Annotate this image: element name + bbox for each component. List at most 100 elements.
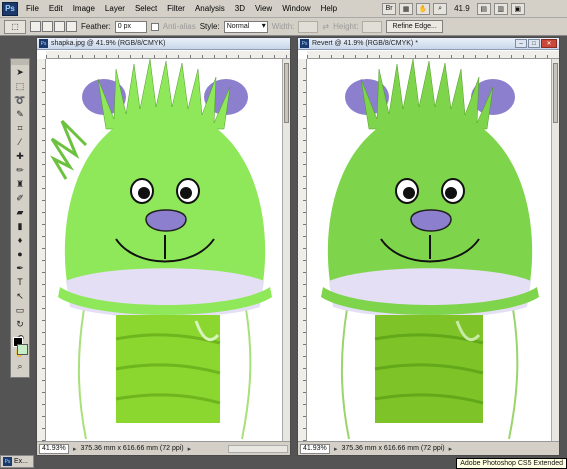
zoom-icon[interactable]: ⌕ — [11, 359, 29, 373]
vertical-ruler[interactable] — [37, 59, 46, 441]
view-extras-icon[interactable]: ▤ — [476, 2, 491, 15]
document-title: Revert @ 41.9% (RGB/8/CMYK) * — [312, 40, 418, 47]
intersect-selection-icon[interactable] — [66, 21, 77, 32]
zoom-field[interactable]: 41.93% — [300, 443, 330, 454]
tool-preset-picker[interactable]: ⬚ — [4, 19, 26, 34]
menu-edit[interactable]: Edit — [44, 4, 68, 13]
gradient-icon[interactable]: ▮ — [11, 219, 29, 233]
horizontal-scrollbar[interactable] — [228, 444, 288, 453]
document-tab-left[interactable]: Ps shapka.jpg @ 41.9% (RGB/8/CMYK) — [37, 38, 290, 50]
scroll-thumb[interactable] — [284, 63, 289, 123]
mini-bridge-icon[interactable]: ▦ — [399, 2, 414, 15]
scroll-thumb[interactable] — [553, 63, 558, 123]
menu-select[interactable]: Select — [130, 4, 162, 13]
zoom-field[interactable]: 41.93% — [39, 443, 69, 454]
arrange-documents-icon[interactable]: ▥ — [493, 2, 508, 15]
status-bar: 41.93% ▸ 375.36 mm x 616.66 mm (72 ppi) … — [298, 441, 559, 455]
zoom-level[interactable]: 41.9 — [450, 4, 474, 13]
dodge-icon[interactable]: ● — [11, 247, 29, 261]
menu-window[interactable]: Window — [277, 4, 315, 13]
selection-mode-group — [30, 21, 77, 32]
eraser-icon[interactable]: ▰ — [11, 205, 29, 219]
menu-bar: Ps File Edit Image Layer Select Filter A… — [0, 0, 567, 18]
menu-image[interactable]: Image — [68, 4, 100, 13]
window-controls: – □ ✕ — [515, 39, 559, 48]
pen-icon[interactable]: ✒ — [11, 261, 29, 275]
document-title: shapka.jpg @ 41.9% (RGB/8/CMYK) — [51, 40, 166, 47]
bridge-icon[interactable]: Br — [382, 2, 397, 15]
crop-icon[interactable]: ⌗ — [11, 121, 29, 135]
brush-icon[interactable]: ✏ — [11, 163, 29, 177]
minimized-document[interactable]: Ps Ex... — [0, 455, 34, 468]
vertical-scrollbar[interactable] — [282, 59, 290, 441]
document-window-right: Ps Revert @ 41.9% (RGB/8/CMYK) * – □ ✕ 4… — [297, 37, 560, 456]
photoshop-logo[interactable]: Ps — [2, 1, 18, 16]
lasso-icon[interactable]: ➰ — [11, 93, 29, 107]
menu-filter[interactable]: Filter — [162, 4, 190, 13]
vertical-scrollbar[interactable] — [551, 59, 559, 441]
rect-marquee-icon: ⬚ — [11, 22, 19, 31]
new-selection-icon[interactable] — [30, 21, 41, 32]
blur-icon[interactable]: ♦ — [11, 233, 29, 247]
hat-image — [50, 59, 272, 440]
menu-file[interactable]: File — [21, 4, 44, 13]
marquee-icon[interactable]: ⬚ — [11, 79, 29, 93]
path-select-icon[interactable]: ↖ — [11, 289, 29, 303]
document-icon: Ps — [39, 39, 48, 48]
document-size: 375.36 mm x 616.66 mm (72 ppi) — [341, 445, 445, 452]
close-icon[interactable]: ✕ — [541, 39, 557, 48]
canvas[interactable] — [307, 59, 551, 441]
history-brush-icon[interactable]: ✐ — [11, 191, 29, 205]
menu-view[interactable]: View — [250, 4, 277, 13]
options-bar: ⬚ Feather: 0 px Anti-alias Style: Normal… — [0, 18, 567, 36]
menu-3d[interactable]: 3D — [230, 4, 250, 13]
height-label: Height: — [333, 22, 359, 31]
shape-icon[interactable]: ▭ — [11, 303, 29, 317]
feather-input[interactable]: 0 px — [114, 20, 147, 33]
healing-icon[interactable]: ✚ — [11, 149, 29, 163]
status-info-icon[interactable]: ▸ — [334, 445, 338, 453]
width-input[interactable] — [298, 20, 319, 33]
move-icon[interactable]: ➤ — [11, 65, 29, 79]
document-icon: Ps — [3, 457, 12, 466]
swap-icon[interactable]: ⇄ — [322, 22, 329, 31]
height-input[interactable] — [362, 20, 383, 33]
width-label: Width: — [271, 22, 295, 31]
menu-analysis[interactable]: Analysis — [190, 4, 230, 13]
vertical-ruler[interactable] — [298, 59, 307, 441]
menu-help[interactable]: Help — [316, 4, 342, 13]
clone-stamp-icon[interactable]: ♜ — [11, 177, 29, 191]
add-selection-icon[interactable] — [42, 21, 53, 32]
subtract-selection-icon[interactable] — [54, 21, 65, 32]
hand-tool-icon[interactable]: ✋ — [416, 2, 431, 15]
horizontal-ruler[interactable] — [307, 51, 559, 59]
document-window-left: Ps shapka.jpg @ 41.9% (RGB/8/CMYK) 41.93… — [36, 37, 291, 456]
zoom-tool-icon[interactable]: ⌕ — [433, 2, 448, 15]
status-menu-icon[interactable]: ▸ — [449, 445, 453, 453]
maximize-icon[interactable]: □ — [528, 39, 540, 48]
document-tab-right[interactable]: Ps Revert @ 41.9% (RGB/8/CMYK) * – □ ✕ — [298, 38, 559, 50]
status-bar: 41.93% ▸ 375.36 mm x 616.66 mm (72 ppi) … — [37, 441, 290, 455]
status-menu-icon[interactable]: ▸ — [188, 445, 192, 453]
feather-label: Feather: — [81, 22, 111, 31]
style-label: Style: — [199, 22, 220, 31]
canvas[interactable] — [46, 59, 282, 441]
horizontal-ruler[interactable] — [46, 51, 290, 59]
quick-select-icon[interactable]: ✎ — [11, 107, 29, 121]
nose — [145, 209, 187, 232]
document-icon: Ps — [300, 39, 309, 48]
type-icon[interactable]: T — [11, 275, 29, 289]
3d-rotate-icon[interactable]: ↻ — [11, 317, 29, 331]
status-info-icon[interactable]: ▸ — [73, 445, 77, 453]
minimize-icon[interactable]: – — [515, 39, 527, 48]
screen-mode-icon[interactable]: ▣ — [510, 2, 525, 15]
anti-alias-label: Anti-alias — [162, 22, 196, 31]
refine-edge-button[interactable]: Refine Edge... — [386, 20, 443, 33]
menu-layer[interactable]: Layer — [100, 4, 130, 13]
app-bar-controls: Br ▦ ✋ ⌕ 41.9 ▤ ▥ ▣ — [382, 2, 525, 15]
anti-alias-checkbox[interactable] — [150, 22, 159, 31]
tools-panel: ➤ ⬚ ➰ ✎ ⌗ ⁄ ✚ ✏ ♜ ✐ ▰ ▮ ♦ ● ✒ T ↖ ▭ ↻ ⟲ … — [10, 58, 30, 378]
style-select[interactable]: Normal — [223, 20, 268, 33]
eyedropper-icon[interactable]: ⁄ — [11, 135, 29, 149]
background-color-swatch[interactable] — [17, 344, 28, 355]
